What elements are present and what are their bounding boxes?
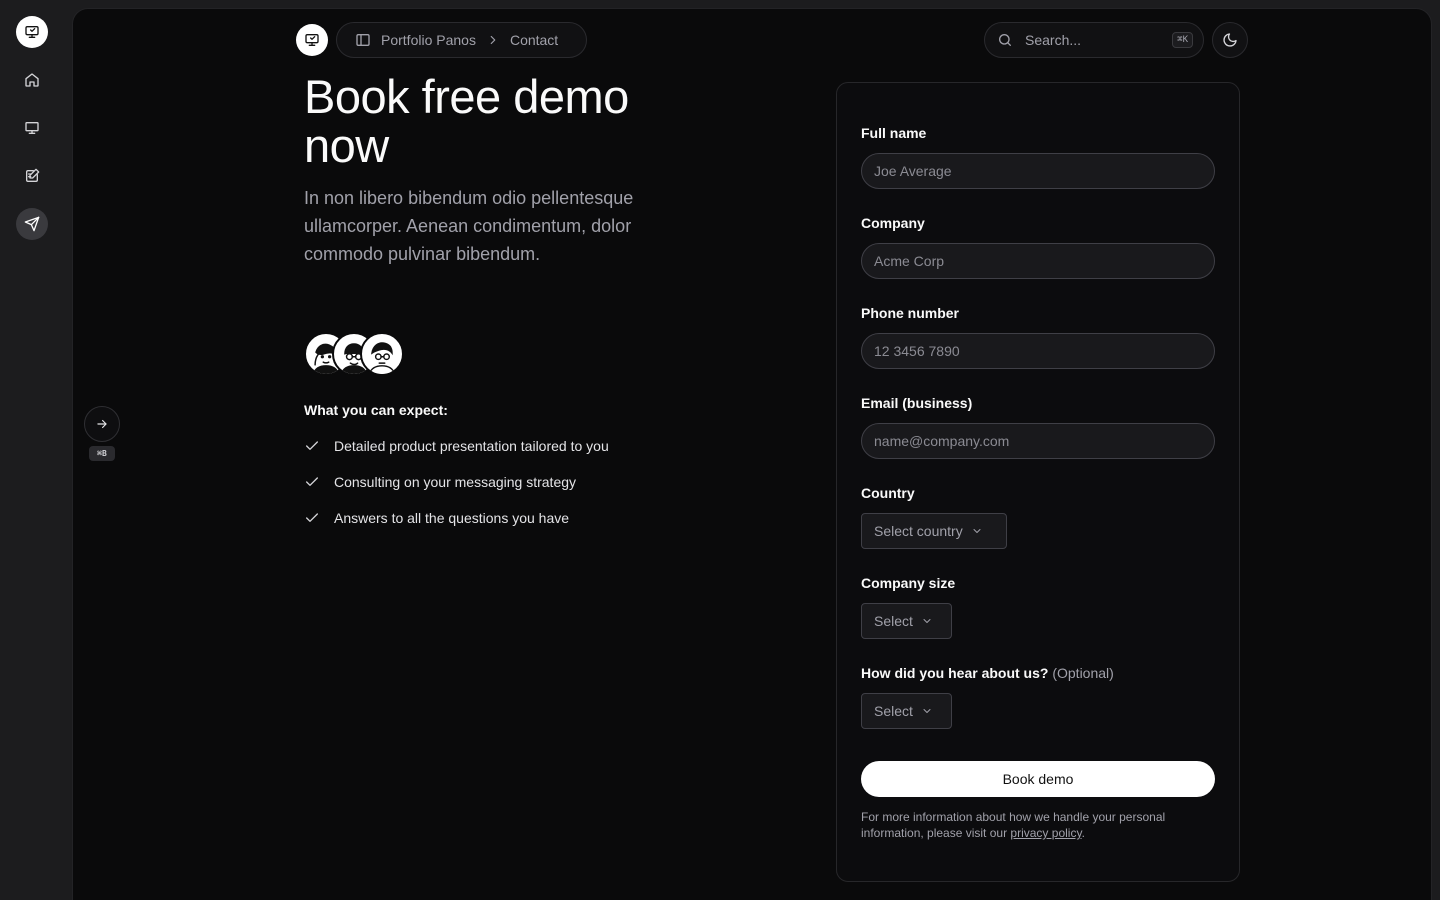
hear-about-select-value: Select <box>874 703 913 719</box>
expand-sidebar-button[interactable] <box>84 406 120 442</box>
email-field[interactable] <box>861 423 1215 459</box>
chevron-right-icon <box>490 35 496 45</box>
list-item: Consulting on your messaging strategy <box>304 472 609 492</box>
breadcrumb: Portfolio Panos Contact <box>336 22 587 58</box>
list-item-text: Answers to all the questions you have <box>334 510 570 526</box>
company-size-select-value: Select <box>874 613 913 629</box>
page-subtitle: In non libero bibendum odio pellentesque… <box>304 188 634 264</box>
chevron-down-icon <box>973 529 981 533</box>
search-icon <box>999 34 1011 46</box>
edit-note-icon[interactable] <box>16 160 48 192</box>
demo-form: Full name Company Phone number Email (bu… <box>836 82 1240 882</box>
full-name-label: Full name <box>861 125 927 141</box>
company-size-select[interactable]: Select <box>861 603 952 639</box>
company-field[interactable] <box>861 243 1215 279</box>
expect-list: Detailed product presentation tailored t… <box>304 436 609 544</box>
company-label: Company <box>861 215 925 231</box>
privacy-note: For more information about how we handle… <box>861 809 1201 841</box>
phone-label: Phone number <box>861 305 960 321</box>
list-item: Answers to all the questions you have <box>304 508 609 528</box>
check-icon <box>306 513 318 522</box>
presentation-icon[interactable] <box>16 112 48 144</box>
sidebar-shortcut: ⌘B <box>89 446 115 461</box>
check-icon <box>306 441 318 450</box>
search-shortcut: ⌘K <box>1172 32 1193 48</box>
phone-field[interactable] <box>861 333 1215 369</box>
chevron-down-icon <box>923 619 931 623</box>
list-item-text: Consulting on your messaging strategy <box>334 474 577 490</box>
breadcrumb-root[interactable]: Portfolio Panos <box>381 32 476 48</box>
optional-tag: (Optional) <box>1052 665 1114 681</box>
privacy-note-end: . <box>1081 826 1085 840</box>
search-input[interactable]: Search... ⌘K <box>984 22 1204 58</box>
search-placeholder: Search... <box>1025 32 1082 48</box>
privacy-policy-link[interactable]: privacy policy <box>1010 826 1081 840</box>
country-label: Country <box>861 485 915 501</box>
country-select[interactable]: Select country <box>861 513 1007 549</box>
avatar <box>360 332 404 376</box>
moon-icon <box>1223 33 1237 47</box>
list-item: Detailed product presentation tailored t… <box>304 436 609 456</box>
sidebar-toggle-icon[interactable] <box>355 32 371 48</box>
theme-toggle-button[interactable] <box>1212 22 1248 58</box>
country-select-value: Select country <box>874 523 963 539</box>
left-rail <box>0 0 64 900</box>
hear-about-label-text: How did you hear about us? <box>861 665 1049 681</box>
presentation-logo-icon[interactable] <box>296 24 328 56</box>
email-label: Email (business) <box>861 395 973 411</box>
chevron-down-icon <box>923 709 931 713</box>
full-name-field[interactable] <box>861 153 1215 189</box>
page-title: Book free demo now <box>304 70 629 172</box>
home-icon[interactable] <box>16 64 48 96</box>
arrow-right-icon <box>97 419 107 429</box>
check-icon <box>306 477 318 486</box>
book-demo-button[interactable]: Book demo <box>861 761 1215 797</box>
company-size-label: Company size <box>861 575 956 591</box>
hear-about-select[interactable]: Select <box>861 693 952 729</box>
hear-about-label: How did you hear about us? (Optional) <box>861 665 1114 681</box>
presentation-logo-icon[interactable] <box>16 16 48 48</box>
send-icon[interactable] <box>16 208 48 240</box>
breadcrumb-current: Contact <box>509 32 559 48</box>
expect-heading: What you can expect: <box>304 402 448 418</box>
list-item-text: Detailed product presentation tailored t… <box>334 438 609 454</box>
